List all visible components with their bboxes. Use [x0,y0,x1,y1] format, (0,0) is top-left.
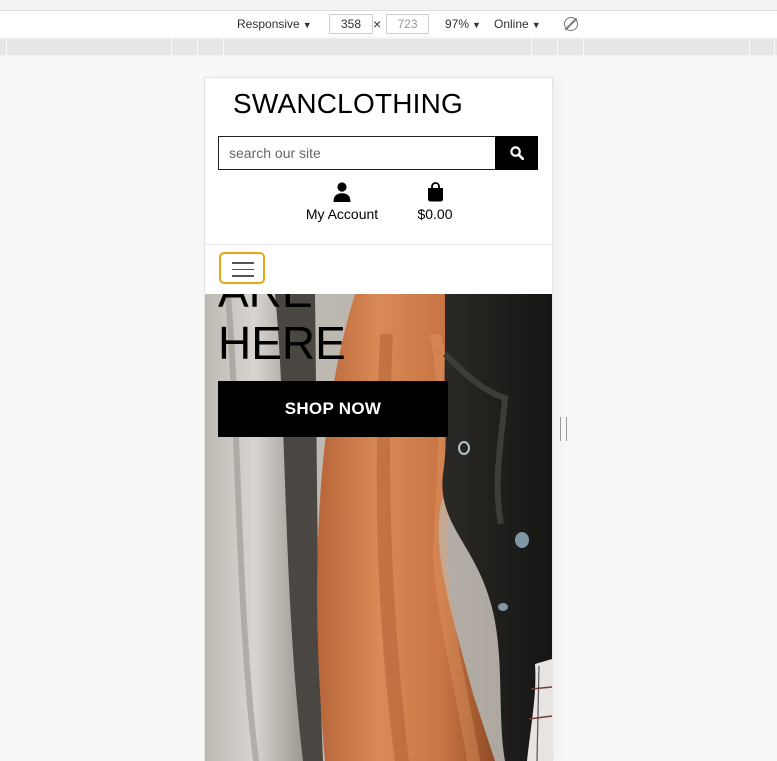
my-account-link[interactable]: My Account [304,182,380,222]
network-label: Online [494,17,529,31]
search-input[interactable] [218,136,496,170]
ruler-tick [774,39,775,55]
device-toolbar-row: Responsive▼ × 97%▼ Online▼ [0,11,777,37]
ruler-tick [749,39,750,55]
zoom-dropdown[interactable]: 97% ▼ [445,11,481,37]
viewport-resize-handle[interactable] [560,417,567,441]
ruler-tick [557,39,558,55]
media-query-ruler [0,39,777,55]
device-mode-label: Responsive [237,17,300,31]
chevron-down-icon: ▼ [531,20,541,30]
devtools-device-toolbar: Responsive▼ × 97%▼ Online▼ [0,0,777,56]
menu-toggle-button[interactable] [219,252,265,284]
device-mode-dropdown[interactable]: Responsive ▼ [237,11,312,37]
cart-link[interactable]: $0.00 [413,182,457,222]
ruler-tick [197,39,198,55]
ruler-tick [531,39,532,55]
chevron-down-icon: ▼ [302,20,312,30]
cart-total-label: $0.00 [417,206,453,222]
header-divider [205,244,552,245]
hamburger-icon-bar [232,268,254,270]
zoom-label: 97% [445,17,470,31]
viewport-width-input[interactable] [329,14,373,34]
site-logo[interactable]: SWANCLOTHING [233,88,463,120]
search-button[interactable] [495,136,538,170]
shop-now-button[interactable]: SHOP NOW [218,381,448,437]
ruler-tick [583,39,584,55]
hamburger-icon-bar [232,262,254,264]
ruler-tick [223,39,224,55]
chevron-down-icon: ▼ [472,20,481,30]
viewport-height-input[interactable] [386,14,429,34]
dimension-separator: × [373,16,382,32]
hamburger-icon-bar [232,275,254,277]
user-icon [304,182,380,204]
header-nav-links: My Account $0.00 [205,182,552,232]
network-throttle-dropdown[interactable]: Online ▼ [494,11,541,37]
shopping-bag-icon [413,182,457,204]
search-icon [509,146,524,160]
device-viewport: SWANCLOTHING My Account [205,78,552,761]
rotate-icon[interactable] [564,17,578,31]
hero-banner: ARE HERE SHOP NOW [205,294,552,761]
search-form [218,136,539,170]
hero-headline: ARE HERE [218,294,346,369]
ruler-tick [171,39,172,55]
my-account-label: My Account [305,206,379,222]
ruler-tick [6,39,7,55]
